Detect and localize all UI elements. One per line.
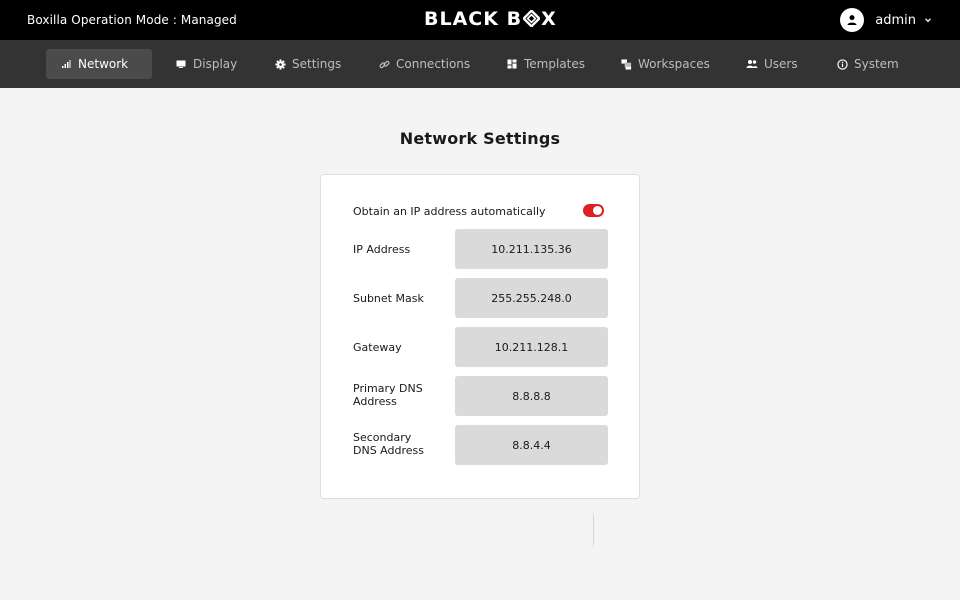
users-icon <box>746 58 758 70</box>
secondary-dns-field[interactable]: 8.8.4.4 <box>455 425 608 465</box>
dhcp-label: Obtain an IP address automatically <box>353 205 546 218</box>
nav-tab-network[interactable]: Network <box>46 49 152 79</box>
page-title: Network Settings <box>399 129 561 148</box>
gateway-label: Gateway <box>353 341 402 354</box>
info-icon <box>836 58 848 70</box>
nav-label: Network <box>78 57 129 71</box>
secondary-dns-label-line1: Secondary <box>353 431 412 444</box>
nav-tab-workspaces[interactable]: Workspaces <box>606 49 724 79</box>
main-nav: Network Display Settings Connections Tem… <box>0 40 960 88</box>
nav-tab-display[interactable]: Display <box>161 49 251 79</box>
nav-label: Templates <box>524 57 586 71</box>
subnet-mask-label: Subnet Mask <box>353 292 424 305</box>
nav-tab-users[interactable]: Users <box>732 49 812 79</box>
gateway-field[interactable]: 10.211.128.1 <box>455 327 608 367</box>
primary-dns-label-line1: Primary DNS <box>353 382 423 395</box>
workspaces-icon <box>620 58 632 70</box>
primary-dns-label: Primary DNS Address <box>353 382 423 408</box>
dhcp-toggle[interactable] <box>583 204 604 217</box>
monitor-icon <box>175 58 187 70</box>
logo-diamond-icon <box>522 9 542 28</box>
toggle-knob <box>593 206 602 215</box>
black-box-logo: BLACK B X <box>424 8 557 30</box>
nav-label: Users <box>764 57 798 71</box>
grid-icon <box>506 58 518 70</box>
hidden-panel-edge <box>586 512 594 548</box>
secondary-dns-label: Secondary DNS Address <box>353 431 424 457</box>
primary-dns-label-line2: Address <box>353 395 397 408</box>
logo-text-part2: X <box>541 8 557 30</box>
nav-tab-connections[interactable]: Connections <box>364 49 484 79</box>
logo-text-part1: BLACK B <box>424 8 523 30</box>
user-name: admin <box>875 12 916 28</box>
nav-tab-settings[interactable]: Settings <box>260 49 355 79</box>
nav-label: Settings <box>292 57 342 71</box>
operation-mode-label: Boxilla Operation Mode : Managed <box>27 13 237 27</box>
nav-label: Display <box>193 57 238 71</box>
network-settings-card: Obtain an IP address automatically IP Ad… <box>320 174 640 499</box>
ip-address-field[interactable]: 10.211.135.36 <box>455 229 608 269</box>
top-bar: Boxilla Operation Mode : Managed BLACK B… <box>0 0 960 40</box>
nav-tab-templates[interactable]: Templates <box>492 49 599 79</box>
nav-label: System <box>854 57 899 71</box>
signal-icon <box>60 58 72 70</box>
primary-dns-field[interactable]: 8.8.8.8 <box>455 376 608 416</box>
secondary-dns-label-line2: DNS Address <box>353 444 424 457</box>
nav-tab-system[interactable]: System <box>822 49 913 79</box>
gear-icon <box>274 58 286 70</box>
link-icon <box>378 58 390 70</box>
nav-label: Connections <box>396 57 471 71</box>
subnet-mask-field[interactable]: 255.255.248.0 <box>455 278 608 318</box>
user-menu[interactable]: admin <box>840 8 932 32</box>
avatar <box>840 8 865 32</box>
ip-address-label: IP Address <box>353 243 411 256</box>
user-icon <box>847 15 857 25</box>
chevron-down-icon <box>925 18 931 23</box>
nav-label: Workspaces <box>638 57 710 71</box>
